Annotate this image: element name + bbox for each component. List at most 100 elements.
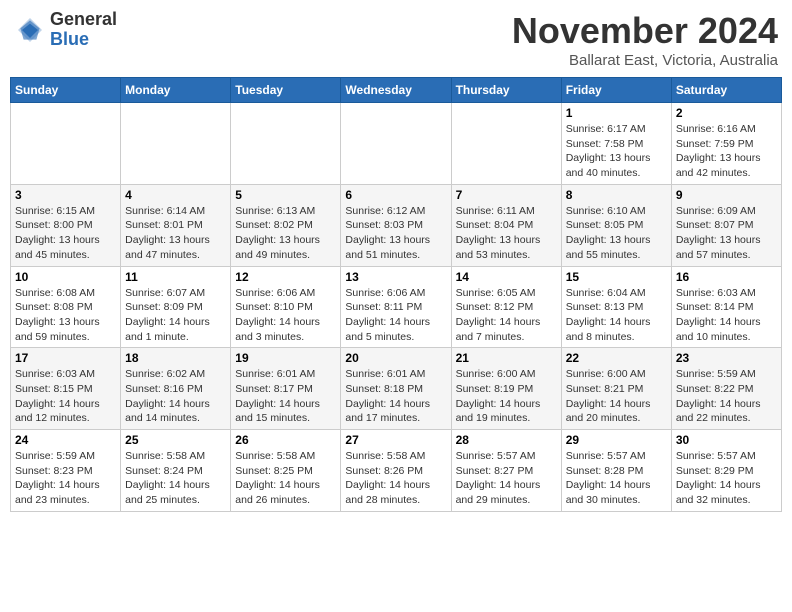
calendar-cell: 4 Sunrise: 6:14 AMSunset: 8:01 PMDaylight… bbox=[121, 184, 231, 266]
calendar-cell: 30 Sunrise: 5:57 AMSunset: 8:29 PMDayligh… bbox=[671, 430, 781, 512]
calendar-cell: 28Sunrise: 5:57 AMSunset: 8:27 PMDayligh… bbox=[451, 430, 561, 512]
day-info: Sunrise: 6:13 AMSunset: 8:02 PMDaylight:… bbox=[235, 204, 336, 263]
day-info: Sunrise: 6:11 AMSunset: 8:04 PMDaylight:… bbox=[456, 204, 557, 263]
day-info: Sunrise: 6:08 AMSunset: 8:08 PMDaylight:… bbox=[15, 286, 116, 345]
logo: General Blue bbox=[14, 10, 117, 50]
day-number: 11 bbox=[125, 270, 226, 284]
day-info: Sunrise: 6:05 AMSunset: 8:12 PMDaylight:… bbox=[456, 286, 557, 345]
calendar-cell: 3 Sunrise: 6:15 AMSunset: 8:00 PMDaylight… bbox=[11, 184, 121, 266]
calendar-cell bbox=[341, 103, 451, 185]
day-number: 18 bbox=[125, 351, 226, 365]
col-header-saturday: Saturday bbox=[671, 78, 781, 103]
col-header-tuesday: Tuesday bbox=[231, 78, 341, 103]
day-number: 7 bbox=[456, 188, 557, 202]
month-title: November 2024 bbox=[512, 10, 778, 52]
day-number: 30 bbox=[676, 433, 777, 447]
logo-general: General bbox=[50, 10, 117, 30]
day-number: 8 bbox=[566, 188, 667, 202]
calendar-cell: 18 Sunrise: 6:02 AMSunset: 8:16 PMDayligh… bbox=[121, 348, 231, 430]
day-number: 2 bbox=[676, 106, 777, 120]
calendar-week-3: 10 Sunrise: 6:08 AMSunset: 8:08 PMDayligh… bbox=[11, 266, 782, 348]
calendar-cell: 24Sunrise: 5:59 AMSunset: 8:23 PMDayligh… bbox=[11, 430, 121, 512]
day-number: 5 bbox=[235, 188, 336, 202]
day-info: Sunrise: 6:02 AMSunset: 8:16 PMDaylight:… bbox=[125, 367, 226, 426]
day-number: 9 bbox=[676, 188, 777, 202]
day-number: 22 bbox=[566, 351, 667, 365]
calendar-cell: 2 Sunrise: 6:16 AMSunset: 7:59 PMDaylight… bbox=[671, 103, 781, 185]
day-number: 24 bbox=[15, 433, 116, 447]
col-header-sunday: Sunday bbox=[11, 78, 121, 103]
col-header-monday: Monday bbox=[121, 78, 231, 103]
day-info: Sunrise: 5:57 AMSunset: 8:29 PMDaylight:… bbox=[676, 449, 777, 508]
day-number: 4 bbox=[125, 188, 226, 202]
day-info: Sunrise: 6:01 AMSunset: 8:17 PMDaylight:… bbox=[235, 367, 336, 426]
day-number: 3 bbox=[15, 188, 116, 202]
day-info: Sunrise: 6:14 AMSunset: 8:01 PMDaylight:… bbox=[125, 204, 226, 263]
calendar-cell bbox=[451, 103, 561, 185]
calendar-cell: 21Sunrise: 6:00 AMSunset: 8:19 PMDayligh… bbox=[451, 348, 561, 430]
day-info: Sunrise: 6:03 AMSunset: 8:14 PMDaylight:… bbox=[676, 286, 777, 345]
day-info: Sunrise: 6:12 AMSunset: 8:03 PMDaylight:… bbox=[345, 204, 446, 263]
day-number: 26 bbox=[235, 433, 336, 447]
calendar-cell bbox=[121, 103, 231, 185]
calendar-cell: 29Sunrise: 5:57 AMSunset: 8:28 PMDayligh… bbox=[561, 430, 671, 512]
calendar-cell: 9 Sunrise: 6:09 AMSunset: 8:07 PMDaylight… bbox=[671, 184, 781, 266]
day-number: 12 bbox=[235, 270, 336, 284]
logo-text: General Blue bbox=[50, 10, 117, 50]
day-info: Sunrise: 6:09 AMSunset: 8:07 PMDaylight:… bbox=[676, 204, 777, 263]
day-info: Sunrise: 5:58 AMSunset: 8:24 PMDaylight:… bbox=[125, 449, 226, 508]
calendar-cell: 13 Sunrise: 6:06 AMSunset: 8:11 PMDayligh… bbox=[341, 266, 451, 348]
calendar-cell: 19 Sunrise: 6:01 AMSunset: 8:17 PMDayligh… bbox=[231, 348, 341, 430]
day-number: 1 bbox=[566, 106, 667, 120]
calendar-cell: 15Sunrise: 6:04 AMSunset: 8:13 PMDayligh… bbox=[561, 266, 671, 348]
day-info: Sunrise: 6:06 AMSunset: 8:10 PMDaylight:… bbox=[235, 286, 336, 345]
day-number: 10 bbox=[15, 270, 116, 284]
day-info: Sunrise: 5:59 AMSunset: 8:22 PMDaylight:… bbox=[676, 367, 777, 426]
calendar-table: SundayMondayTuesdayWednesdayThursdayFrid… bbox=[10, 77, 782, 512]
day-number: 14 bbox=[456, 270, 557, 284]
day-number: 20 bbox=[345, 351, 446, 365]
day-number: 25 bbox=[125, 433, 226, 447]
day-info: Sunrise: 6:00 AMSunset: 8:19 PMDaylight:… bbox=[456, 367, 557, 426]
day-info: Sunrise: 5:58 AMSunset: 8:25 PMDaylight:… bbox=[235, 449, 336, 508]
day-info: Sunrise: 6:00 AMSunset: 8:21 PMDaylight:… bbox=[566, 367, 667, 426]
calendar-cell: 1 Sunrise: 6:17 AMSunset: 7:58 PMDaylight… bbox=[561, 103, 671, 185]
day-info: Sunrise: 6:04 AMSunset: 8:13 PMDaylight:… bbox=[566, 286, 667, 345]
day-number: 17 bbox=[15, 351, 116, 365]
calendar-cell: 17 Sunrise: 6:03 AMSunset: 8:15 PMDayligh… bbox=[11, 348, 121, 430]
calendar-cell: 11Sunrise: 6:07 AMSunset: 8:09 PMDayligh… bbox=[121, 266, 231, 348]
calendar-cell: 23 Sunrise: 5:59 AMSunset: 8:22 PMDayligh… bbox=[671, 348, 781, 430]
calendar-cell: 22 Sunrise: 6:00 AMSunset: 8:21 PMDayligh… bbox=[561, 348, 671, 430]
day-info: Sunrise: 6:15 AMSunset: 8:00 PMDaylight:… bbox=[15, 204, 116, 263]
day-info: Sunrise: 5:57 AMSunset: 8:28 PMDaylight:… bbox=[566, 449, 667, 508]
day-number: 27 bbox=[345, 433, 446, 447]
location: Ballarat East, Victoria, Australia bbox=[512, 52, 778, 69]
calendar-cell bbox=[231, 103, 341, 185]
calendar-week-4: 17 Sunrise: 6:03 AMSunset: 8:15 PMDayligh… bbox=[11, 348, 782, 430]
calendar-header-row: SundayMondayTuesdayWednesdayThursdayFrid… bbox=[11, 78, 782, 103]
calendar-cell: 25 Sunrise: 5:58 AMSunset: 8:24 PMDayligh… bbox=[121, 430, 231, 512]
calendar-cell: 27Sunrise: 5:58 AMSunset: 8:26 PMDayligh… bbox=[341, 430, 451, 512]
title-area: November 2024 Ballarat East, Victoria, A… bbox=[512, 10, 778, 69]
calendar-cell: 8Sunrise: 6:10 AMSunset: 8:05 PMDaylight… bbox=[561, 184, 671, 266]
col-header-friday: Friday bbox=[561, 78, 671, 103]
calendar-cell: 14 Sunrise: 6:05 AMSunset: 8:12 PMDayligh… bbox=[451, 266, 561, 348]
calendar-cell: 20 Sunrise: 6:01 AMSunset: 8:18 PMDayligh… bbox=[341, 348, 451, 430]
day-info: Sunrise: 6:03 AMSunset: 8:15 PMDaylight:… bbox=[15, 367, 116, 426]
calendar-week-1: 1 Sunrise: 6:17 AMSunset: 7:58 PMDaylight… bbox=[11, 103, 782, 185]
day-info: Sunrise: 6:16 AMSunset: 7:59 PMDaylight:… bbox=[676, 122, 777, 181]
calendar-cell: 26 Sunrise: 5:58 AMSunset: 8:25 PMDayligh… bbox=[231, 430, 341, 512]
day-info: Sunrise: 6:06 AMSunset: 8:11 PMDaylight:… bbox=[345, 286, 446, 345]
day-number: 13 bbox=[345, 270, 446, 284]
day-info: Sunrise: 6:01 AMSunset: 8:18 PMDaylight:… bbox=[345, 367, 446, 426]
day-number: 19 bbox=[235, 351, 336, 365]
col-header-thursday: Thursday bbox=[451, 78, 561, 103]
calendar-week-5: 24Sunrise: 5:59 AMSunset: 8:23 PMDayligh… bbox=[11, 430, 782, 512]
day-number: 28 bbox=[456, 433, 557, 447]
calendar-cell bbox=[11, 103, 121, 185]
day-info: Sunrise: 6:17 AMSunset: 7:58 PMDaylight:… bbox=[566, 122, 667, 181]
day-number: 6 bbox=[345, 188, 446, 202]
day-number: 23 bbox=[676, 351, 777, 365]
calendar-cell: 7 Sunrise: 6:11 AMSunset: 8:04 PMDaylight… bbox=[451, 184, 561, 266]
calendar-cell: 10 Sunrise: 6:08 AMSunset: 8:08 PMDayligh… bbox=[11, 266, 121, 348]
